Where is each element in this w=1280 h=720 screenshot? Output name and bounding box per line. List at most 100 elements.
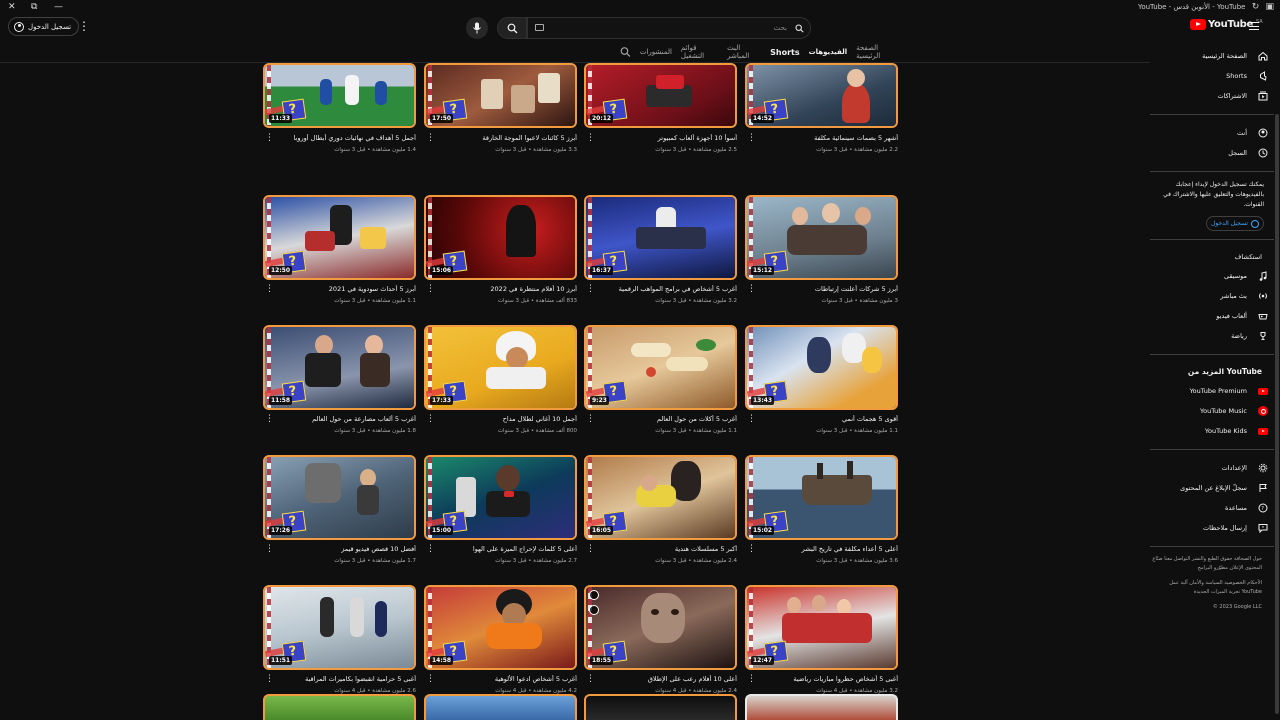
video-thumbnail[interactable]: 12:50: [263, 195, 416, 280]
video-thumbnail[interactable]: 9:23: [584, 325, 737, 410]
video-card[interactable]: 18:55أعلى 10 أفلام رعب على الإطلاق2.4 مل…: [584, 585, 737, 710]
sidebar-item-help[interactable]: مساعدة?: [1150, 498, 1280, 518]
video-menu-icon[interactable]: ⋮: [426, 414, 435, 424]
video-thumbnail[interactable]: 17:33: [424, 325, 577, 410]
video-title[interactable]: أبرز 5 شركات أعلنت إرتباطات: [758, 285, 898, 293]
video-card[interactable]: 15:12 أبرز 5 شركات أعلنت إرتباطات 3 مليون …: [745, 195, 898, 320]
video-card[interactable]: 15:06 أبرز 10 أفلام منتظرة في 2022 833 ألف…: [424, 195, 577, 320]
video-title[interactable]: أعلى 10 أفلام رعب على الإطلاق: [597, 675, 737, 683]
tab-0[interactable]: الصفحة الرئيسية: [856, 44, 900, 60]
video-title[interactable]: أغرب 5 أشخاص في برامج المواهب الرقمية: [597, 285, 737, 293]
sidebar-item-youtube-premium[interactable]: YouTube Premium: [1150, 381, 1280, 401]
video-thumbnail[interactable]: 15:02: [745, 455, 898, 540]
video-thumbnail[interactable]: 16:05: [584, 455, 737, 540]
video-menu-icon[interactable]: ⋮: [426, 284, 435, 294]
video-menu-icon[interactable]: ⋮: [426, 544, 435, 554]
video-menu-icon[interactable]: ⋮: [747, 284, 756, 294]
video-thumbnail[interactable]: 14:58: [424, 585, 577, 670]
video-card[interactable]: 16:05 أكبر 5 مسلسلات هندية 2.4 مليون مشاهد…: [584, 455, 737, 580]
video-menu-icon[interactable]: ⋮: [586, 544, 595, 554]
sidebar-item-home[interactable]: الصفحة الرئيسية: [1150, 46, 1280, 66]
sidebar-item-music[interactable]: موسيقى: [1150, 266, 1280, 286]
reload-icon[interactable]: ↻: [1252, 1, 1260, 13]
sidebar-item-youtube-music[interactable]: YouTube Music: [1150, 401, 1280, 421]
video-title[interactable]: أغرب 5 أكلات من حول العالم: [597, 415, 737, 423]
video-card[interactable]: 17:50 أبرز 5 كائنات لاعبوا الموجة الخارقة…: [424, 63, 577, 190]
video-card[interactable]: 11:51 أغبى 5 حرامية انقبضوا بكاميرات المر…: [263, 585, 416, 710]
video-card[interactable]: 15:00 أعلى 5 كلمات لإحراج الميزة على الهو…: [424, 455, 577, 580]
video-menu-icon[interactable]: ⋮: [265, 674, 274, 684]
sidebar-sign-in-button[interactable]: تسجيل الدخول: [1206, 216, 1264, 231]
sidebar-item-shorts[interactable]: Shorts: [1150, 66, 1280, 86]
video-thumbnail[interactable]: 11:51: [263, 585, 416, 670]
video-thumbnail[interactable]: 16:37: [584, 195, 737, 280]
video-thumbnail[interactable]: 15:00: [424, 455, 577, 540]
settings-menu-icon[interactable]: ⋮: [78, 19, 90, 33]
tab-3[interactable]: البث المباشر: [727, 44, 761, 60]
sign-in-button[interactable]: تسجيل الدخول: [8, 17, 80, 36]
hamburger-menu-icon[interactable]: [1249, 22, 1259, 30]
video-title[interactable]: أغرب 5 ألعاب مصارعة من حول العالم: [276, 415, 416, 423]
video-menu-icon[interactable]: ⋮: [586, 674, 595, 684]
video-title[interactable]: أقوى 5 هجمات أنمي: [758, 415, 898, 423]
video-card[interactable]: 17:33 أجمل 10 أغاني لطلال مداح 800 ألف مشا…: [424, 325, 577, 450]
video-title[interactable]: أسوأ 10 أجهزة ألعاب كمبيوتر: [597, 134, 737, 142]
video-title[interactable]: أعلى 5 أعداء مكلفة في تاريخ البشر: [758, 545, 898, 553]
video-title[interactable]: أعلى 5 كلمات لإحراج الميزة على الهوا: [437, 545, 577, 553]
sidebar-item-trophy[interactable]: رياضة: [1150, 326, 1280, 346]
voice-search-button[interactable]: [466, 17, 488, 39]
video-thumbnail[interactable]: 14:52: [745, 63, 898, 128]
tab-4[interactable]: قوائم التشغيل: [681, 44, 718, 60]
video-menu-icon[interactable]: ⋮: [747, 544, 756, 554]
restore-window-icon[interactable]: ⧉: [31, 1, 37, 13]
sidebar-item-history[interactable]: السجل: [1150, 143, 1280, 163]
tab-5[interactable]: المنشورات: [640, 48, 672, 56]
video-menu-icon[interactable]: ⋮: [265, 133, 274, 143]
video-card[interactable]: 9:23 أغرب 5 أكلات من حول العالم 1.1 مليون …: [584, 325, 737, 450]
video-menu-icon[interactable]: ⋮: [586, 133, 595, 143]
video-menu-icon[interactable]: ⋮: [747, 414, 756, 424]
video-menu-icon[interactable]: ⋮: [586, 284, 595, 294]
video-card[interactable]: 17:26 أفضل 10 قصص فيديو قيمز 1.7 مليون مشا…: [263, 455, 416, 580]
video-title[interactable]: أغبى 5 أشخاص حظروا مباريات رياضية: [758, 675, 898, 683]
video-thumbnail[interactable]: 17:50: [424, 63, 577, 128]
video-thumbnail-partial[interactable]: [584, 694, 737, 720]
sidebar-item-flag[interactable]: سجلّ الإبلاغ عن المحتوى: [1150, 478, 1280, 498]
video-thumbnail-partial[interactable]: [745, 694, 898, 720]
video-title[interactable]: أفضل 10 قصص فيديو قيمز: [276, 545, 416, 553]
video-title[interactable]: أغرب 5 أشخاص ادعوا الألوهية: [437, 675, 577, 683]
video-thumbnail[interactable]: 15:06: [424, 195, 577, 280]
video-thumbnail[interactable]: 17:26: [263, 455, 416, 540]
footer-links-primary[interactable]: حول الصحافة حقوق الطبع والنشر التواصل مع…: [1150, 555, 1280, 573]
tab-1[interactable]: الفيديوهات: [809, 48, 848, 56]
video-card[interactable]: 11:58 أغرب 5 ألعاب مصارعة من حول العالم 1.…: [263, 325, 416, 450]
video-thumbnail[interactable]: 13:43: [745, 325, 898, 410]
minimize-window-icon[interactable]: —: [54, 1, 63, 13]
video-card[interactable]: 20:12 أسوأ 10 أجهزة ألعاب كمبيوتر 2.5 مليو…: [584, 63, 737, 190]
sidebar-item-gaming[interactable]: ألعاب فيديو: [1150, 306, 1280, 326]
watch-later-icon[interactable]: [589, 590, 599, 600]
channel-search-icon[interactable]: [620, 46, 631, 58]
video-menu-icon[interactable]: ⋮: [426, 674, 435, 684]
extensions-icon[interactable]: ▣: [1265, 1, 1274, 13]
video-thumbnail[interactable]: 12:47: [745, 585, 898, 670]
video-thumbnail[interactable]: 15:12: [745, 195, 898, 280]
sidebar-item-you[interactable]: أنت: [1150, 123, 1280, 143]
video-menu-icon[interactable]: ⋮: [747, 674, 756, 684]
video-card[interactable]: 14:52 أشهر 5 بصمات سينمائية مكلفة 2.2 مليو…: [745, 63, 898, 190]
sidebar-item-youtube-kids[interactable]: YouTube Kids: [1150, 421, 1280, 441]
footer-links-secondary[interactable]: الأحكام الخصوصية السياسة والأمان آلية عم…: [1150, 579, 1280, 597]
video-thumbnail[interactable]: 18:55: [584, 585, 737, 670]
scrollbar-thumb[interactable]: [1275, 114, 1279, 714]
video-card[interactable]: 11:33 أجمل 5 أهداف في نهائيات دوري أبطال …: [263, 63, 416, 190]
keyboard-icon[interactable]: [535, 24, 544, 31]
video-menu-icon[interactable]: ⋮: [265, 544, 274, 554]
video-thumbnail[interactable]: 11:33: [263, 63, 416, 128]
page-scrollbar[interactable]: [1274, 44, 1280, 720]
video-menu-icon[interactable]: ⋮: [265, 414, 274, 424]
sidebar-item-subscriptions[interactable]: الاشتراكات: [1150, 86, 1280, 106]
add-to-queue-icon[interactable]: [589, 605, 599, 615]
video-thumbnail-partial[interactable]: [424, 694, 577, 720]
video-card[interactable]: 12:50 أبرز 5 أحداث سودوية في 2021 1.1 مليو…: [263, 195, 416, 320]
video-title[interactable]: أبرز 5 كائنات لاعبوا الموجة الخارقة: [437, 134, 577, 142]
